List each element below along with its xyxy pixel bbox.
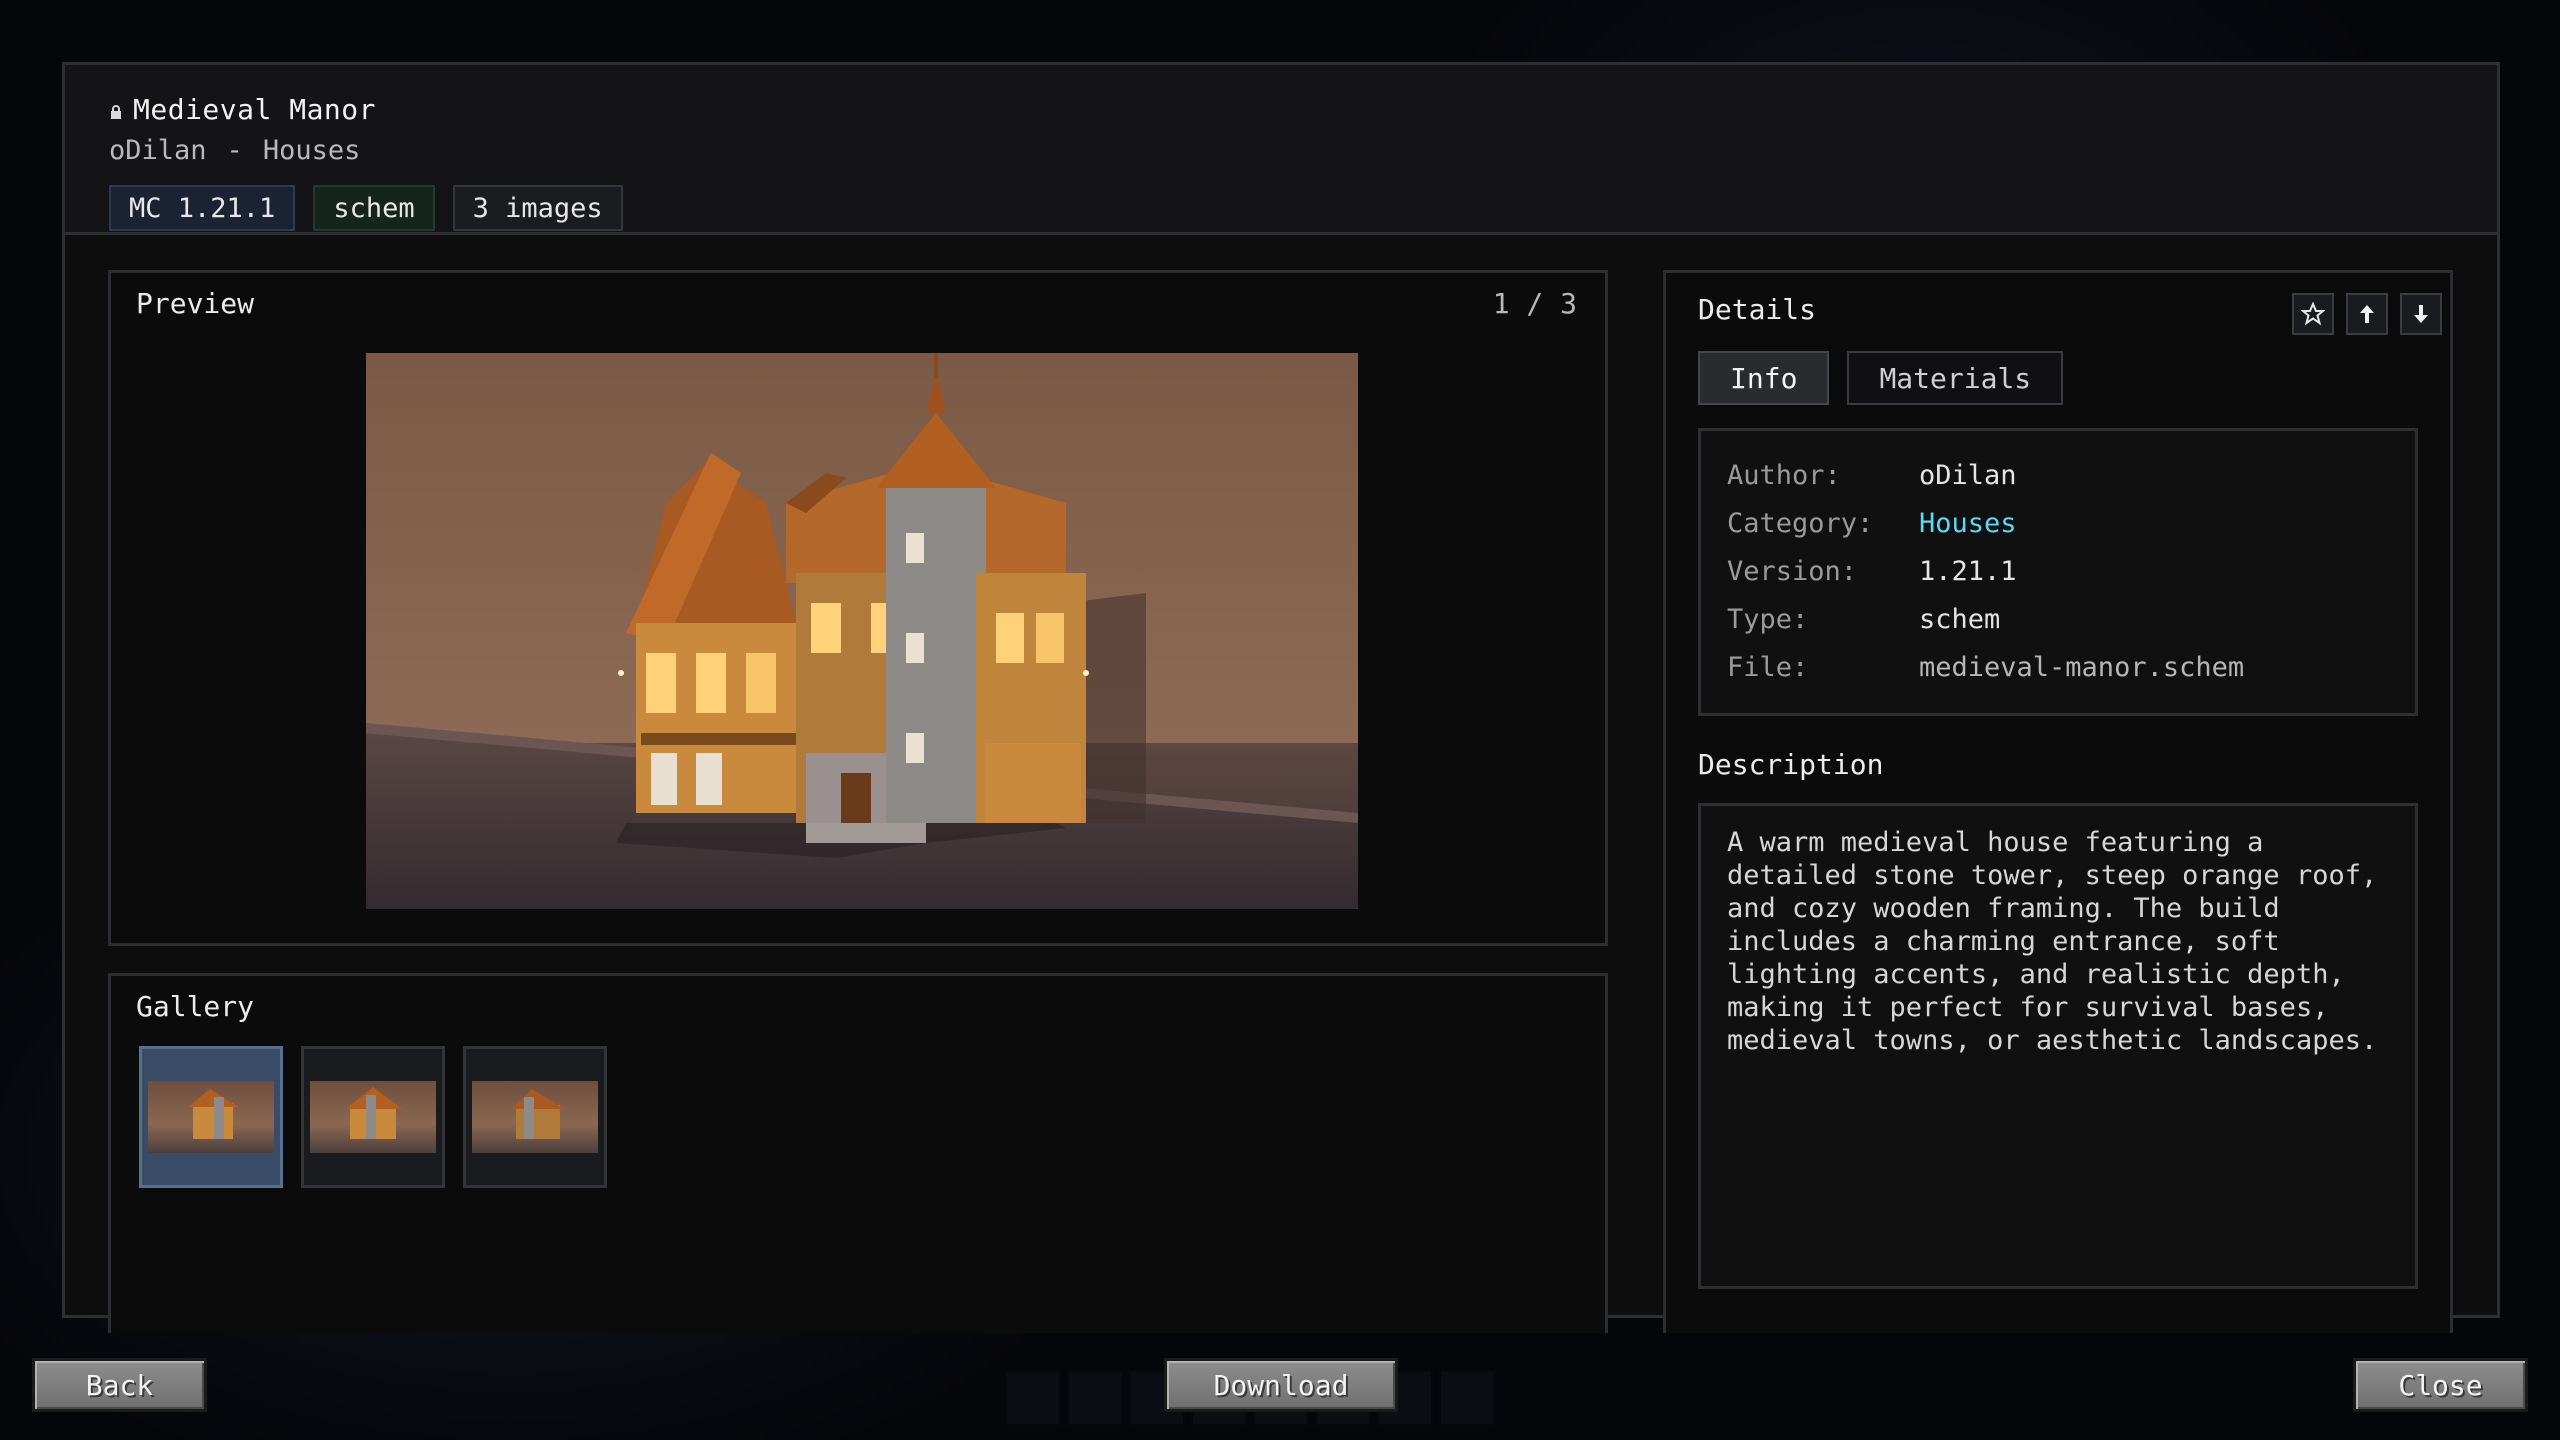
info-label: Category: <box>1727 507 1874 539</box>
preview-image[interactable] <box>366 353 1358 909</box>
info-label: Version: <box>1727 555 1858 587</box>
image-count-chip: 3 images <box>452 185 623 231</box>
subtitle-separator: - <box>226 135 243 166</box>
back-button[interactable]: Back <box>32 1358 207 1412</box>
preview-panel: Preview 1 / 3 <box>108 270 1608 946</box>
type-chip: schem <box>313 185 435 231</box>
header: Medieval Manor oDilan - Houses MC 1.21.1… <box>65 65 2497 235</box>
lock-icon <box>111 104 121 119</box>
info-value-type: schem <box>1919 603 2001 635</box>
info-row-type: Type: schem <box>1727 595 2389 643</box>
description-title: Description <box>1698 748 1884 781</box>
gallery-thumbnail-1[interactable] <box>139 1046 283 1188</box>
info-row-version: Version: 1.21.1 <box>1727 547 2389 595</box>
category-link[interactable]: Houses <box>1919 508 2017 539</box>
gallery-panel: Gallery <box>108 973 1608 1333</box>
info-label: File: <box>1727 651 1809 683</box>
details-title: Details <box>1698 293 1817 326</box>
subtitle: oDilan - Houses <box>109 135 360 166</box>
tag-chips: MC 1.21.1 schem 3 images <box>109 185 623 231</box>
move-down-button[interactable] <box>2400 293 2442 335</box>
subtitle-author: oDilan <box>109 135 207 166</box>
title-row: Medieval Manor <box>109 93 376 126</box>
gallery-thumbnail-3[interactable] <box>463 1046 607 1188</box>
description-box: A warm medieval house featuring a detail… <box>1698 803 2418 1289</box>
info-row-author: Author: oDilan <box>1727 451 2389 499</box>
close-button[interactable]: Close <box>2353 1358 2528 1412</box>
thumbnail-image <box>472 1081 598 1153</box>
subtitle-category: Houses <box>262 135 361 166</box>
description-text: A warm medieval house featuring a detail… <box>1727 827 2378 1056</box>
details-tabs: Info Materials <box>1698 351 2064 405</box>
gallery-title: Gallery <box>136 990 255 1023</box>
details-panel: Details Info Materials Author: oDilan Ca… <box>1663 270 2453 1333</box>
download-button[interactable]: Download <box>1164 1358 1398 1412</box>
arrow-up-icon <box>2360 305 2374 323</box>
info-box: Author: oDilan Category: Houses Version:… <box>1698 428 2418 716</box>
info-row-category: Category: Houses <box>1727 499 2389 547</box>
info-row-file: File: medieval-manor.schem <box>1727 643 2389 691</box>
info-value-version: 1.21.1 <box>1919 555 2017 587</box>
star-icon <box>2301 302 2325 326</box>
thumbnail-image <box>148 1081 274 1153</box>
thumbnail-image <box>310 1081 436 1153</box>
tab-info[interactable]: Info <box>1698 351 1830 405</box>
arrow-down-icon <box>2414 305 2428 323</box>
favorite-button[interactable] <box>2292 293 2334 335</box>
tab-materials[interactable]: Materials <box>1847 351 2064 405</box>
preview-title: Preview <box>136 287 255 320</box>
info-label: Type: <box>1727 603 1809 635</box>
version-chip: MC 1.21.1 <box>109 185 296 231</box>
info-value-file: medieval-manor.schem <box>1919 651 2245 683</box>
move-up-button[interactable] <box>2346 293 2388 335</box>
info-label: Author: <box>1727 459 1841 491</box>
image-counter: 1 / 3 <box>1492 287 1577 320</box>
info-value-author: oDilan <box>1919 459 2017 491</box>
schematic-detail-window: Medieval Manor oDilan - Houses MC 1.21.1… <box>62 62 2500 1333</box>
details-actions <box>2292 293 2442 335</box>
page-title: Medieval Manor <box>133 93 377 126</box>
manor-render <box>366 353 1358 909</box>
gallery-thumbnails <box>139 1046 607 1188</box>
gallery-thumbnail-2[interactable] <box>301 1046 445 1188</box>
